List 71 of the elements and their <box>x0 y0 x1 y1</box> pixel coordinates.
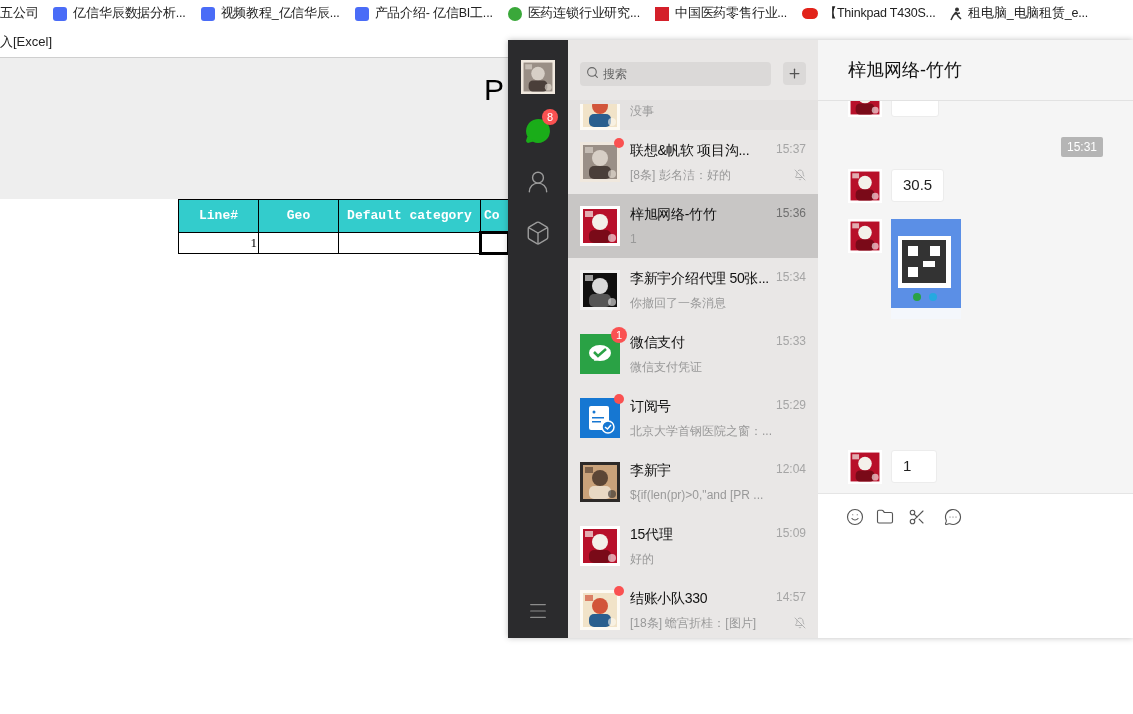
chat-time: 15:34 <box>775 269 806 286</box>
message-preview: 北京大学首钢医院之窗：... <box>630 423 772 440</box>
message-preview: 你撤回了一条消息 <box>630 295 726 312</box>
report-title: P <box>484 72 504 108</box>
bookmark[interactable]: 租电脑_电脑租赁_e... <box>950 4 1089 23</box>
message-bubble: 1 <box>891 450 937 483</box>
chat-time: 15:36 <box>775 205 806 222</box>
logo-icon <box>200 6 215 21</box>
bookmark[interactable]: 【Thinkpad T430S... <box>802 4 936 23</box>
plus-icon <box>787 65 802 81</box>
chat-time: 15:33 <box>775 333 806 350</box>
chat-item[interactable]: 李新宇介绍代理 50张... 15:34 你撤回了一条消息 <box>568 258 818 322</box>
chat-time: 15:09 <box>775 525 806 542</box>
document-check-icon <box>580 398 620 438</box>
chat-title: 联想&帆软 项目沟... <box>630 141 750 160</box>
add-button[interactable] <box>783 61 806 85</box>
folder-icon[interactable] <box>876 508 894 526</box>
table-cell[interactable] <box>258 232 339 254</box>
bookmark[interactable]: 五公司 <box>0 4 39 23</box>
chat-title: 梓旭网络-竹竹 <box>630 205 717 224</box>
column-header: Geo <box>258 199 339 233</box>
message-bubble: 30.5 <box>891 169 945 202</box>
column-header: Default category <box>338 199 481 233</box>
bookmark[interactable]: 中国医药零售行业... <box>654 4 788 23</box>
unread-badge: 8 <box>542 109 558 125</box>
logo-icon <box>53 6 68 21</box>
chat-time: 12:04 <box>775 461 806 478</box>
message-preview: [8条] 彭名洁：好的 <box>630 167 731 184</box>
search-icon <box>586 65 599 79</box>
message-preview: 没事 <box>630 103 654 120</box>
logo-icon <box>354 6 369 21</box>
cube-icon[interactable] <box>525 220 551 246</box>
logo-icon <box>654 6 669 21</box>
chat-time: 15:37 <box>775 141 806 158</box>
figure-icon <box>950 6 963 21</box>
bookmark[interactable]: 产品介绍- 亿信BI工... <box>354 4 493 23</box>
unread-badge: 1 <box>611 327 627 343</box>
bookmark[interactable]: 医药连锁行业研究... <box>507 4 640 23</box>
scissors-icon[interactable] <box>908 508 926 526</box>
chat-item[interactable]: 1 微信支付 15:33 微信支付凭证 <box>568 322 818 386</box>
bookmark[interactable]: 亿信华辰数据分析... <box>53 4 186 23</box>
bookmark[interactable]: 视频教程_亿信华辰... <box>200 4 340 23</box>
logo-icon <box>507 6 522 21</box>
chat-time: 15:29 <box>775 397 806 414</box>
chat-title: 微信支付 <box>630 333 685 352</box>
chat-time: 14:57 <box>775 589 806 606</box>
chat-title: 李新宇介绍代理 50张... <box>630 269 769 288</box>
chat-item[interactable]: 订阅号 15:29 北京大学首钢医院之窗：... <box>568 386 818 450</box>
chat-item[interactable]: 联想&帆软 项目沟... 15:37 [8条] 彭名洁：好的 <box>568 130 818 194</box>
chat-title: 15代理 <box>630 525 673 544</box>
timestamp: 15:31 <box>1060 137 1103 157</box>
chat-item[interactable]: 15代理 15:09 好的 <box>568 514 818 578</box>
search-field[interactable]: 搜索 <box>580 61 771 86</box>
message-preview: 好的 <box>630 551 654 568</box>
chat-item[interactable]: 结账小队330 14:57 [18条] 蟾宫折桂：[图片] <box>568 578 818 638</box>
table-cell[interactable]: 1 <box>178 232 259 254</box>
emoji-icon[interactable] <box>846 508 864 526</box>
muted-bell-icon <box>794 169 806 181</box>
chat-bubble-icon[interactable] <box>944 508 962 526</box>
chat-title: 结账小队330 <box>630 589 708 608</box>
chat-title: 李新宇 <box>630 461 672 480</box>
page-tab[interactable]: 入[Excel] <box>0 32 52 52</box>
chat-item[interactable]: 李新宇 12:04 ${if(len(pr)>0,"and [PR ... <box>568 450 818 514</box>
muted-bell-icon <box>794 617 806 629</box>
message-preview: ${if(len(pr)>0,"and [PR ... <box>630 487 764 504</box>
chat-title: 订阅号 <box>630 397 672 416</box>
column-header: Line# <box>178 199 259 233</box>
message-preview: 微信支付凭证 <box>630 359 702 376</box>
conversation-title: 梓旭网络-竹竹 <box>848 58 962 82</box>
message-preview: [18条] 蟾宫折桂：[图片] <box>630 615 757 632</box>
logo-icon <box>802 8 819 19</box>
